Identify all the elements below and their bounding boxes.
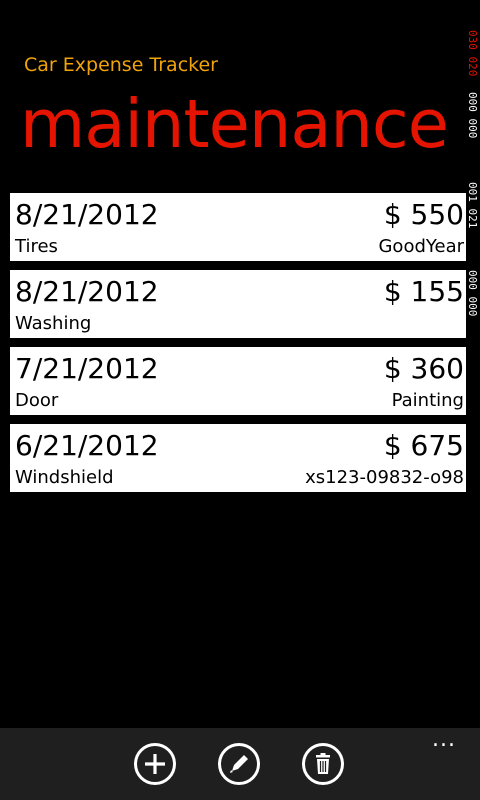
expense-category: Door xyxy=(15,390,59,411)
frame-rate-counter: 030 020 000 000 001 021 000 000 xyxy=(466,30,480,360)
expense-note: xs123-09832-o98 xyxy=(305,467,464,488)
expense-item[interactable]: 7/21/2012 $ 360 Door Painting xyxy=(10,347,466,415)
expense-date: 8/21/2012 xyxy=(15,275,159,308)
expense-amount: $ 360 xyxy=(383,352,464,385)
expense-date: 7/21/2012 xyxy=(15,352,159,385)
expense-date: 6/21/2012 xyxy=(15,429,159,462)
delete-button[interactable] xyxy=(302,743,344,785)
expense-note: Painting xyxy=(391,390,464,411)
frame-rate-counter-value: 000 000 xyxy=(466,270,479,317)
frame-rate-counter-value: 000 000 xyxy=(466,92,479,139)
expense-item[interactable]: 8/21/2012 $ 550 Tires GoodYear xyxy=(10,193,466,261)
add-icon xyxy=(145,754,165,774)
application-bar: ... xyxy=(0,728,480,800)
delete-icon xyxy=(316,753,330,774)
expense-date: 8/21/2012 xyxy=(15,198,159,231)
expense-item[interactable]: 6/21/2012 $ 675 Windshield xs123-09832-o… xyxy=(10,424,466,492)
frame-rate-counter-value: 001 021 xyxy=(466,182,479,229)
expense-amount: $ 155 xyxy=(383,275,464,308)
expense-note: GoodYear xyxy=(378,236,464,257)
expense-list: 8/21/2012 $ 550 Tires GoodYear 8/21/2012… xyxy=(10,193,466,501)
edit-icon xyxy=(230,755,248,773)
add-button[interactable] xyxy=(134,743,176,785)
app-title: Car Expense Tracker xyxy=(24,54,218,76)
expense-amount: $ 550 xyxy=(383,198,464,231)
more-options-button[interactable]: ... xyxy=(428,729,460,752)
edit-button[interactable] xyxy=(218,743,260,785)
expense-item[interactable]: 8/21/2012 $ 155 Washing xyxy=(10,270,466,338)
frame-rate-counter-value: 030 020 xyxy=(466,30,479,77)
expense-category: Washing xyxy=(15,313,92,334)
expense-amount: $ 675 xyxy=(383,429,464,462)
page-title: maintenance xyxy=(20,85,449,163)
expense-category: Tires xyxy=(15,236,58,257)
expense-category: Windshield xyxy=(15,467,114,488)
